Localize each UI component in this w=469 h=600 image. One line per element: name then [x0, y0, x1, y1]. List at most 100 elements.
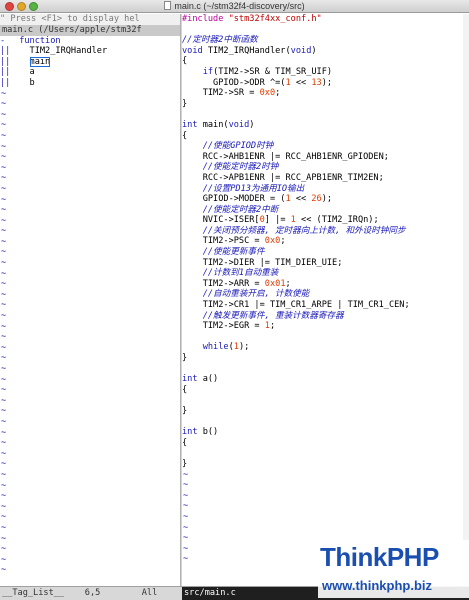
empty-line-marker: ~ [183, 522, 189, 533]
empty-lines: ~ ~ ~ ~ ~ ~ ~ ~ ~ ~ ~ ~ ~ ~ ~ ~ ~ ~ ~ ~ ~ ~ ~ ~ ~ ~ ~ ~ ~ ~ ~ ~ ~ ~ ~ ~ ~ ~ ~ ~… [0, 89, 180, 576]
tag-item[interactable]: || TIM2_IRQHandler [0, 46, 180, 57]
code-line[interactable]: TIM2->DIER |= TIM_DIER_UIE; [182, 258, 469, 269]
code-line[interactable]: TIM2->SR = 0x0; [182, 88, 469, 99]
blank-line[interactable] [182, 417, 469, 428]
tag-list-buffer-name: __Tag_List__ [2, 588, 65, 598]
comment-line[interactable]: //自动重装开启, 计数使能 [182, 289, 469, 300]
empty-line-marker: ~ [1, 247, 7, 258]
document-icon [164, 1, 172, 10]
code-line[interactable]: int b() [182, 427, 469, 438]
code-area[interactable]: #include "stm32f4xx_conf.h" //定时器2中断函数 voi… [182, 14, 469, 470]
comment-line[interactable]: //计数到1自动重装 [182, 268, 469, 279]
empty-line-marker: ~ [1, 491, 7, 502]
tag-group-function[interactable]: - function [0, 36, 180, 47]
blank-line[interactable] [182, 448, 469, 459]
empty-line-marker: ~ [1, 226, 7, 237]
tag-item-selected[interactable]: || main [0, 56, 180, 68]
empty-line-marker: ~ [1, 459, 7, 470]
window-title-text: main.c (~/stm32f4-discovery/src) [174, 1, 305, 11]
blank-line[interactable] [182, 332, 469, 343]
code-line[interactable]: { [182, 438, 469, 449]
tag-list-pane[interactable]: " Press <F1> to display hel main.c (/Use… [0, 14, 180, 586]
comment-line[interactable]: //关闭预分频器, 定时器向上计数, 和外设时钟同步 [182, 226, 469, 237]
empty-line-marker: ~ [1, 258, 7, 269]
comment-line[interactable]: //使能定时器2时钟 [182, 162, 469, 173]
empty-line-marker: ~ [1, 438, 7, 449]
empty-line-marker: ~ [1, 533, 7, 544]
code-line[interactable]: { [182, 131, 469, 142]
blank-line[interactable] [182, 25, 469, 36]
empty-line-marker: ~ [1, 469, 7, 480]
empty-line-marker: ~ [1, 416, 7, 427]
empty-line-marker: ~ [1, 427, 7, 438]
code-line[interactable]: RCC->APB1ENR |= RCC_APB1ENR_TIM2EN; [182, 173, 469, 184]
empty-line-marker: ~ [1, 544, 7, 555]
code-line[interactable]: TIM2->EGR = 1; [182, 321, 469, 332]
code-line[interactable]: GPIOD->ODR ^=(1 << 13); [182, 78, 469, 89]
empty-line-marker: ~ [1, 173, 7, 184]
code-line[interactable]: TIM2->PSC = 0x0; [182, 236, 469, 247]
empty-line-marker: ~ [1, 342, 7, 353]
empty-line-marker: ~ [1, 554, 7, 565]
empty-line-marker: ~ [1, 501, 7, 512]
code-line[interactable]: void TIM2_IRQHandler(void) [182, 46, 469, 57]
code-line[interactable]: { [182, 385, 469, 396]
comment-line[interactable]: //设置PD13为通用IO输出 [182, 184, 469, 195]
empty-line-marker: ~ [183, 490, 189, 501]
code-line[interactable]: int main(void) [182, 120, 469, 131]
blank-line[interactable] [182, 364, 469, 375]
blank-line[interactable] [182, 109, 469, 120]
code-line[interactable]: } [182, 353, 469, 364]
empty-line-marker: ~ [1, 300, 7, 311]
code-line[interactable]: if(TIM2->SR & TIM_SR_UIF) [182, 67, 469, 78]
tag-item[interactable]: || a [0, 67, 180, 78]
code-line[interactable]: #include "stm32f4xx_conf.h" [182, 14, 469, 25]
code-line[interactable]: TIM2->CR1 |= TIM_CR1_ARPE | TIM_CR1_CEN; [182, 300, 469, 311]
empty-line-marker: ~ [183, 511, 189, 522]
blank-line[interactable] [182, 395, 469, 406]
editor-pane[interactable]: #include "stm32f4xx_conf.h" //定时器2中断函数 voi… [182, 14, 469, 586]
fold-marker: - [0, 35, 6, 46]
editor-file-name: src/main.c [184, 588, 236, 598]
code-line[interactable]: while(1); [182, 342, 469, 353]
title-bar: main.c (~/stm32f4-discovery/src) [0, 0, 469, 13]
empty-line-marker: ~ [1, 374, 7, 385]
empty-line-marker: ~ [1, 141, 7, 152]
comment-line[interactable]: //使能定时器2中断 [182, 205, 469, 216]
comment-line[interactable]: //定时器2中断函数 [182, 35, 469, 46]
empty-line-marker: ~ [1, 88, 7, 99]
tag-item-label: b [29, 77, 35, 88]
code-line[interactable]: } [182, 406, 469, 417]
code-line[interactable]: int a() [182, 374, 469, 385]
empty-line-marker: ~ [183, 501, 189, 512]
code-line[interactable]: RCC->AHB1ENR |= RCC_AHB1ENR_GPIODEN; [182, 152, 469, 163]
empty-line-marker: ~ [1, 194, 7, 205]
empty-line-marker: ~ [1, 268, 7, 279]
empty-line-marker: ~ [1, 321, 7, 332]
code-line[interactable]: NVIC->ISER[0] |= 1 << (TIM2_IRQn); [182, 215, 469, 226]
empty-line-marker: ~ [1, 406, 7, 417]
empty-line-marker: ~ [1, 512, 7, 523]
empty-line-marker: ~ [1, 522, 7, 533]
code-line[interactable]: GPIOD->MODER = (1 << 26); [182, 194, 469, 205]
tag-item[interactable]: || b [0, 78, 180, 89]
empty-line-marker: ~ [1, 183, 7, 194]
comment-line[interactable]: //使能更新事件 [182, 247, 469, 258]
code-line[interactable]: TIM2->ARR = 0x01; [182, 279, 469, 290]
code-line[interactable]: { [182, 56, 469, 67]
empty-line-marker: ~ [1, 279, 7, 290]
tag-kind-label: function [19, 35, 61, 46]
help-line: " Press <F1> to display hel [0, 14, 180, 25]
watermark-url: www.thinkphp.biz [322, 578, 433, 593]
comment-line[interactable]: //使能GPIOD时钟 [182, 141, 469, 152]
empty-line-marker: ~ [1, 162, 7, 173]
empty-line-marker: ~ [1, 385, 7, 396]
left-file-path: main.c (/Users/apple/stm32f [0, 24, 180, 36]
vertical-scrollbar[interactable] [463, 14, 469, 586]
comment-line[interactable]: //触发更新事件, 重装计数器寄存器 [182, 311, 469, 322]
code-line[interactable]: } [182, 459, 469, 470]
tag-item-label: a [29, 67, 35, 78]
code-line[interactable]: } [182, 99, 469, 110]
empty-line-marker: ~ [1, 152, 7, 163]
empty-line-marker: ~ [183, 480, 189, 491]
